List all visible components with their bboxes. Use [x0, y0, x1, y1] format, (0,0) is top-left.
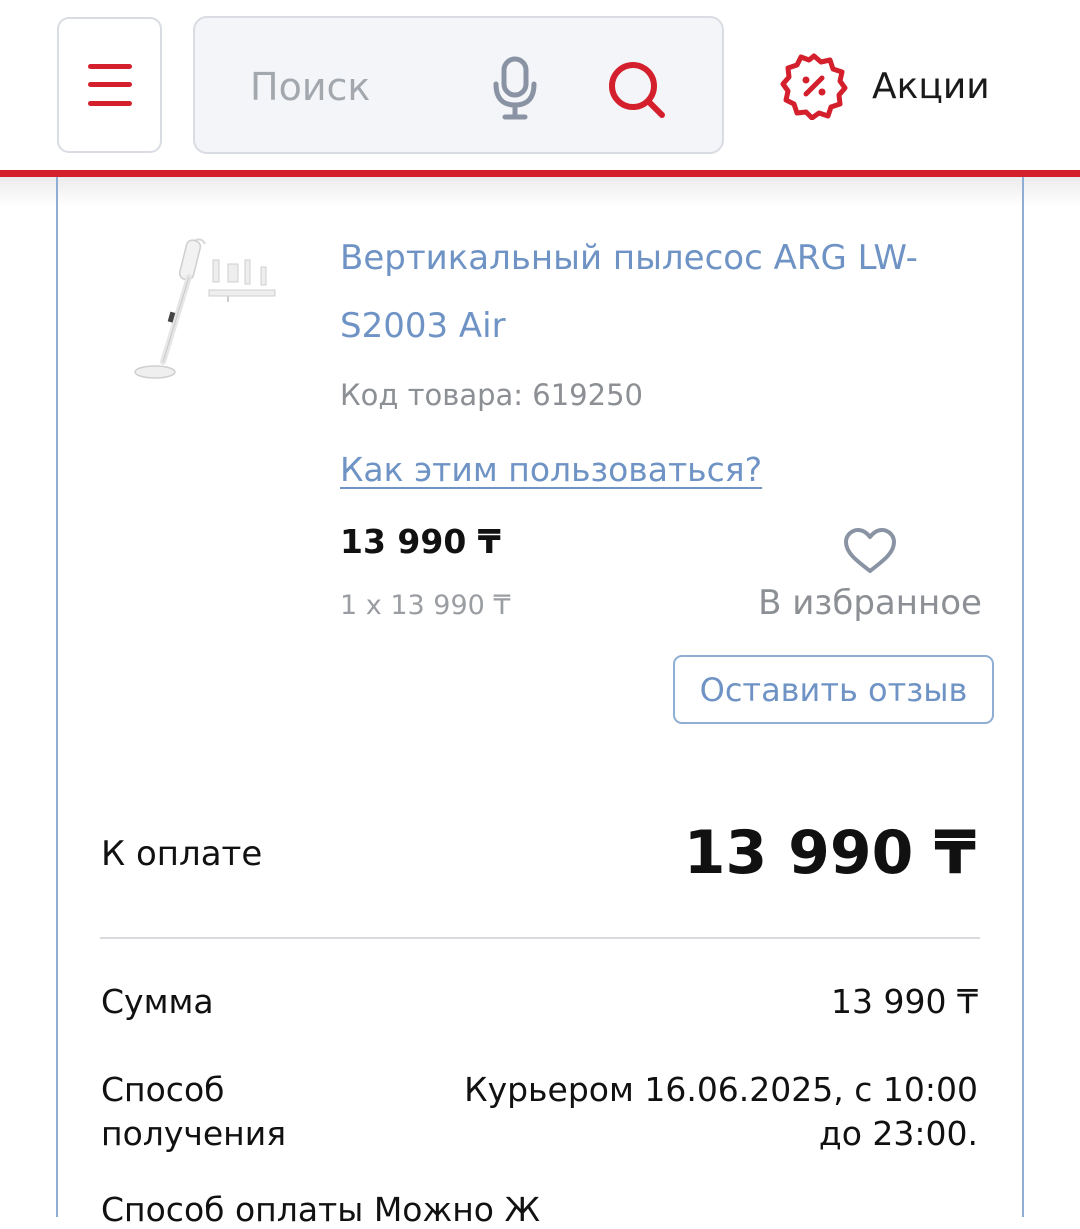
product-title-link[interactable]: Вертикальный пылесос ARG LW-S2003 Air — [340, 224, 1000, 360]
microphone-icon[interactable] — [491, 56, 539, 124]
heart-icon — [844, 528, 896, 573]
search-icon[interactable] — [607, 60, 667, 124]
sum-label: Сумма — [101, 982, 214, 1021]
sum-value: 13 990 ₸ — [831, 982, 978, 1021]
delivery-label: Способ получения — [101, 1070, 287, 1153]
product-code: Код товара: 619250 — [340, 378, 643, 412]
payment-method-row-partial: Способ оплаты Можно Ж — [101, 1190, 541, 1229]
leave-review-button[interactable]: Оставить отзыв — [673, 655, 994, 724]
delivery-value: Курьером 16.06.2025, с 10:00 до 23:00. — [464, 1070, 978, 1153]
add-to-favorites-button[interactable]: В избранное — [745, 527, 995, 623]
product-image[interactable] — [133, 232, 278, 391]
hamburger-menu-icon — [87, 64, 132, 106]
how-to-use-link[interactable]: Как этим пользоваться? — [340, 450, 762, 489]
promo-label: Акции — [872, 65, 990, 107]
product-price: 13 990 ₸ — [340, 522, 501, 561]
favorites-label: В избранное — [758, 583, 982, 623]
header-divider — [0, 170, 1080, 177]
search-bar[interactable] — [193, 16, 724, 154]
top-header: Акции — [0, 0, 1080, 170]
summary-divider — [100, 937, 980, 939]
price-calculation: 1 x 13 990 ₸ — [340, 590, 511, 621]
search-input[interactable] — [250, 62, 470, 112]
discount-badge-icon — [780, 53, 848, 120]
promo-link[interactable]: Акции — [780, 52, 990, 120]
total-value: 13 990 ₸ — [683, 818, 976, 888]
menu-button[interactable] — [57, 17, 162, 153]
total-label: К оплате — [101, 834, 263, 874]
